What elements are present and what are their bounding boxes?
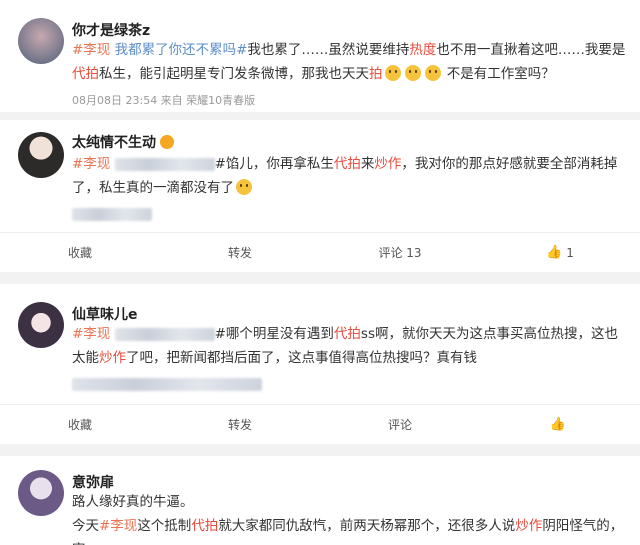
post-card: 你才是绿茶z #李现 我都累了你还不累吗#我也累了……虽然说要维持热度也不用一直… bbox=[0, 0, 640, 112]
hashtag-link[interactable]: 我都累了你还不累吗# bbox=[110, 42, 248, 58]
repost-label: 转发 bbox=[227, 246, 252, 260]
post-text: #李现 我都累了你还不累吗#我也累了……虽然说要维持热度也不用一直揪着这吧……我… bbox=[72, 38, 627, 86]
repost-button[interactable]: 转发 bbox=[160, 405, 320, 444]
keyword-highlight: 拍 bbox=[369, 66, 383, 82]
hashtag-link[interactable]: #李现 bbox=[72, 326, 110, 342]
blurred-text bbox=[114, 157, 215, 171]
collect-button[interactable]: 收藏 bbox=[0, 405, 160, 444]
text-segment: 也不用一直揪着这吧……我要是 bbox=[436, 42, 626, 58]
post-card: 意弥扉 路人缘好真的牛逼。 今天#李现这个抵制代拍就大家都同仇敌忾，前两天杨幂那… bbox=[0, 456, 640, 545]
text-segment: 不是有工作室吗？ bbox=[442, 66, 555, 82]
post-card: 仙草味儿e #李现 #哪个明星没有遇到代拍ss啊，就你天天为这点事买高位热搜，这… bbox=[0, 284, 640, 444]
keyword-highlight: 代拍 bbox=[72, 66, 99, 82]
blurred-text bbox=[114, 327, 215, 341]
keyword-highlight: 代拍 bbox=[191, 518, 219, 534]
keyword-highlight: 炒作 bbox=[374, 156, 402, 172]
collect-button[interactable]: 收藏 bbox=[0, 233, 160, 272]
post-username[interactable]: 你才是绿茶z bbox=[72, 20, 150, 40]
hashtag-link[interactable]: #李现 bbox=[99, 518, 137, 534]
keyword-highlight: 炒作 bbox=[515, 518, 543, 534]
comment-label: 评论 13 bbox=[378, 246, 422, 260]
post-card: 太纯情不生动 #李现 #馅儿，你再拿私生代拍来炒作，我对你的那点好感就要全部消耗… bbox=[0, 120, 640, 272]
comment-button[interactable]: 评论 bbox=[320, 405, 480, 444]
avatar[interactable] bbox=[18, 132, 64, 178]
post-username[interactable]: 太纯情不生动 bbox=[72, 132, 174, 152]
thumbs-up-icon: 👍 bbox=[546, 245, 563, 260]
post-username[interactable]: 仙草味儿e bbox=[72, 304, 138, 324]
repost-label: 转发 bbox=[227, 418, 252, 432]
post-text: #李现 #馅儿，你再拿私生代拍来炒作，我对你的那点好感就要全部消耗掉了，私生真的… bbox=[72, 152, 627, 200]
action-bar: 收藏 转发 评论 13 👍 1 bbox=[0, 232, 640, 272]
smile-emoji bbox=[424, 65, 441, 81]
keyword-highlight: 代拍 bbox=[333, 326, 361, 342]
text-line: 路人缘好真的牛逼。 bbox=[72, 494, 194, 510]
text-segment: #馅儿，你再拿私生 bbox=[214, 156, 334, 172]
comment-button[interactable]: 评论 13 bbox=[320, 233, 480, 272]
text-segment: 就大家都同仇敌忾，前两天杨幂那个，还很多人说 bbox=[218, 518, 516, 534]
smile-emoji bbox=[384, 65, 401, 81]
keyword-highlight: 热度 bbox=[409, 42, 437, 58]
like-button[interactable]: 👍 bbox=[480, 405, 640, 444]
thumbs-up-icon: 👍 bbox=[549, 417, 567, 432]
badge-icon bbox=[160, 135, 174, 149]
post-username[interactable]: 意弥扉 bbox=[72, 472, 114, 492]
text-line: 今天#李现这个抵制代拍就大家都同仇敌忾，前两天杨幂那个，还很多人说炒作阴阳怪气的… bbox=[72, 514, 627, 545]
hashtag-link[interactable]: #李现 bbox=[72, 42, 110, 58]
text-segment: 了吧，把新闻都挡后面了，这点事值得高位热搜吗？真有钱 bbox=[126, 350, 477, 366]
text-segment: 这个抵制 bbox=[137, 518, 192, 534]
post-meta: 08月08日 23:54 来自 荣耀10青春版 bbox=[72, 94, 256, 107]
comment-label: 评论 bbox=[387, 418, 412, 432]
username-text: 太纯情不生动 bbox=[72, 135, 156, 151]
smile-emoji bbox=[236, 179, 252, 195]
hashtag-link[interactable]: #李现 bbox=[72, 156, 110, 172]
text-segment: 私生，能引起明星专门发条微博，那我也天天 bbox=[99, 66, 369, 82]
like-count: 1 bbox=[566, 245, 574, 260]
text-segment: 今天 bbox=[72, 518, 99, 534]
keyword-highlight: 炒作 bbox=[99, 350, 126, 366]
text-segment: #哪个明星没有遇到 bbox=[214, 326, 334, 342]
text-segment: 我也累了……虽然说要维持 bbox=[247, 42, 410, 58]
like-button[interactable]: 👍 1 bbox=[480, 233, 640, 272]
collect-label: 收藏 bbox=[67, 418, 92, 432]
avatar[interactable] bbox=[18, 18, 64, 64]
collect-label: 收藏 bbox=[67, 246, 92, 260]
smile-emoji bbox=[404, 65, 421, 81]
keyword-highlight: 代拍 bbox=[333, 156, 361, 172]
blurred-meta bbox=[72, 204, 152, 223]
repost-button[interactable]: 转发 bbox=[160, 233, 320, 272]
avatar[interactable] bbox=[18, 470, 64, 516]
avatar[interactable] bbox=[18, 302, 64, 348]
blurred-meta bbox=[72, 374, 262, 393]
action-bar: 收藏 转发 评论 👍 bbox=[0, 404, 640, 444]
post-text: 路人缘好真的牛逼。 今天#李现这个抵制代拍就大家都同仇敌忾，前两天杨幂那个，还很… bbox=[72, 490, 627, 545]
text-segment: 来 bbox=[360, 156, 375, 172]
post-text: #李现 #哪个明星没有遇到代拍ss啊，就你天天为这点事买高位热搜，这也太能炒作了… bbox=[72, 322, 627, 370]
